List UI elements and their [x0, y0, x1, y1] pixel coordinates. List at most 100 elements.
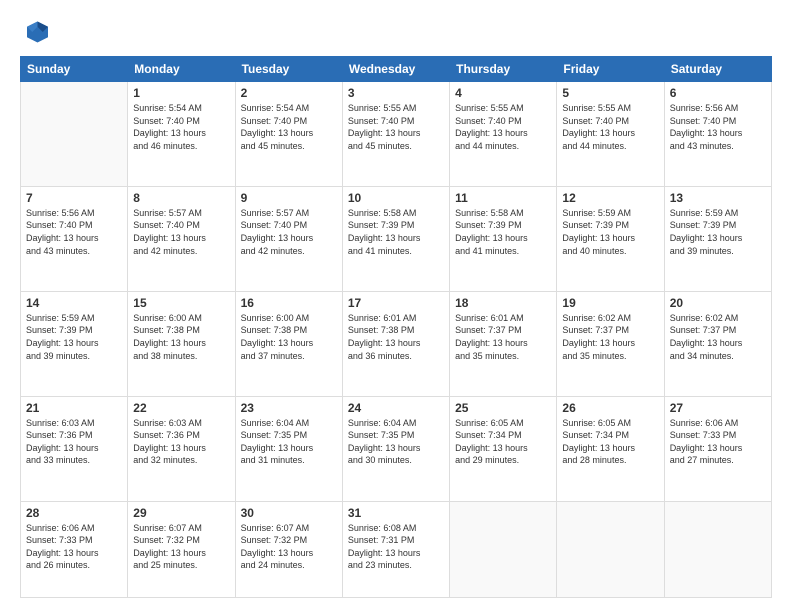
logo	[20, 18, 52, 46]
weekday-header-wednesday: Wednesday	[342, 57, 449, 82]
day-number: 1	[133, 86, 229, 100]
calendar-cell	[557, 501, 664, 597]
cell-info: Sunrise: 6:02 AMSunset: 7:37 PMDaylight:…	[562, 312, 658, 362]
cell-info: Sunrise: 5:55 AMSunset: 7:40 PMDaylight:…	[455, 102, 551, 152]
week-row-4: 21 Sunrise: 6:03 AMSunset: 7:36 PMDayligh…	[21, 396, 772, 501]
weekday-header-saturday: Saturday	[664, 57, 771, 82]
cell-info: Sunrise: 5:57 AMSunset: 7:40 PMDaylight:…	[241, 207, 337, 257]
weekday-header-row: SundayMondayTuesdayWednesdayThursdayFrid…	[21, 57, 772, 82]
cell-info: Sunrise: 6:05 AMSunset: 7:34 PMDaylight:…	[455, 417, 551, 467]
header	[20, 18, 772, 46]
calendar-cell: 19 Sunrise: 6:02 AMSunset: 7:37 PMDayligh…	[557, 291, 664, 396]
calendar-cell	[664, 501, 771, 597]
calendar-cell: 23Sunrise: 6:04 AMSunset: 7:35 PMDayligh…	[235, 396, 342, 501]
week-row-3: 14 Sunrise: 5:59 AMSunset: 7:39 PMDayligh…	[21, 291, 772, 396]
day-number: 25	[455, 401, 551, 415]
day-number: 18	[455, 296, 551, 310]
cell-info: Sunrise: 6:05 AMSunset: 7:34 PMDaylight:…	[562, 417, 658, 467]
calendar-cell: 9 Sunrise: 5:57 AMSunset: 7:40 PMDaylight…	[235, 186, 342, 291]
calendar-table: SundayMondayTuesdayWednesdayThursdayFrid…	[20, 56, 772, 598]
day-number: 21	[26, 401, 122, 415]
cell-info: Sunrise: 6:03 AMSunset: 7:36 PMDaylight:…	[26, 417, 122, 467]
day-number: 15	[133, 296, 229, 310]
calendar-cell: 11Sunrise: 5:58 AMSunset: 7:39 PMDayligh…	[450, 186, 557, 291]
day-number: 14	[26, 296, 122, 310]
calendar-cell: 5 Sunrise: 5:55 AMSunset: 7:40 PMDaylight…	[557, 82, 664, 187]
cell-info: Sunrise: 6:00 AMSunset: 7:38 PMDaylight:…	[241, 312, 337, 362]
calendar-cell: 29Sunrise: 6:07 AMSunset: 7:32 PMDayligh…	[128, 501, 235, 597]
calendar-cell: 12 Sunrise: 5:59 AMSunset: 7:39 PMDayligh…	[557, 186, 664, 291]
day-number: 19	[562, 296, 658, 310]
calendar-cell: 26Sunrise: 6:05 AMSunset: 7:34 PMDayligh…	[557, 396, 664, 501]
calendar-cell: 7 Sunrise: 5:56 AMSunset: 7:40 PMDaylight…	[21, 186, 128, 291]
calendar-cell: 4 Sunrise: 5:55 AMSunset: 7:40 PMDaylight…	[450, 82, 557, 187]
day-number: 5	[562, 86, 658, 100]
cell-info: Sunrise: 5:54 AMSunset: 7:40 PMDaylight:…	[241, 102, 337, 152]
cell-info: Sunrise: 6:01 AMSunset: 7:38 PMDaylight:…	[348, 312, 444, 362]
day-number: 7	[26, 191, 122, 205]
day-number: 31	[348, 506, 444, 520]
day-number: 23	[241, 401, 337, 415]
calendar-cell: 28 Sunrise: 6:06 AMSunset: 7:33 PMDayligh…	[21, 501, 128, 597]
day-number: 10	[348, 191, 444, 205]
calendar-cell	[21, 82, 128, 187]
calendar-cell: 2 Sunrise: 5:54 AMSunset: 7:40 PMDaylight…	[235, 82, 342, 187]
week-row-2: 7 Sunrise: 5:56 AMSunset: 7:40 PMDaylight…	[21, 186, 772, 291]
cell-info: Sunrise: 5:59 AMSunset: 7:39 PMDaylight:…	[26, 312, 122, 362]
day-number: 22	[133, 401, 229, 415]
cell-info: Sunrise: 5:54 AMSunset: 7:40 PMDaylight:…	[133, 102, 229, 152]
calendar-cell: 18 Sunrise: 6:01 AMSunset: 7:37 PMDayligh…	[450, 291, 557, 396]
calendar-cell: 14 Sunrise: 5:59 AMSunset: 7:39 PMDayligh…	[21, 291, 128, 396]
calendar-cell: 17 Sunrise: 6:01 AMSunset: 7:38 PMDayligh…	[342, 291, 449, 396]
calendar-cell: 6 Sunrise: 5:56 AMSunset: 7:40 PMDaylight…	[664, 82, 771, 187]
calendar-cell: 25 Sunrise: 6:05 AMSunset: 7:34 PMDayligh…	[450, 396, 557, 501]
calendar-cell: 27Sunrise: 6:06 AMSunset: 7:33 PMDayligh…	[664, 396, 771, 501]
calendar-cell: 22Sunrise: 6:03 AMSunset: 7:36 PMDayligh…	[128, 396, 235, 501]
calendar-cell: 24Sunrise: 6:04 AMSunset: 7:35 PMDayligh…	[342, 396, 449, 501]
cell-info: Sunrise: 5:57 AMSunset: 7:40 PMDaylight:…	[133, 207, 229, 257]
logo-icon	[20, 18, 48, 46]
day-number: 6	[670, 86, 766, 100]
day-number: 9	[241, 191, 337, 205]
day-number: 2	[241, 86, 337, 100]
cell-info: Sunrise: 6:07 AMSunset: 7:32 PMDaylight:…	[241, 522, 337, 572]
calendar-cell: 31Sunrise: 6:08 AMSunset: 7:31 PMDayligh…	[342, 501, 449, 597]
cell-info: Sunrise: 5:59 AMSunset: 7:39 PMDaylight:…	[562, 207, 658, 257]
calendar-cell: 8 Sunrise: 5:57 AMSunset: 7:40 PMDaylight…	[128, 186, 235, 291]
day-number: 4	[455, 86, 551, 100]
cell-info: Sunrise: 5:56 AMSunset: 7:40 PMDaylight:…	[670, 102, 766, 152]
weekday-header-thursday: Thursday	[450, 57, 557, 82]
calendar-cell: 15 Sunrise: 6:00 AMSunset: 7:38 PMDayligh…	[128, 291, 235, 396]
calendar-cell: 1 Sunrise: 5:54 AMSunset: 7:40 PMDaylight…	[128, 82, 235, 187]
cell-info: Sunrise: 5:59 AMSunset: 7:39 PMDaylight:…	[670, 207, 766, 257]
cell-info: Sunrise: 6:01 AMSunset: 7:37 PMDaylight:…	[455, 312, 551, 362]
day-number: 17	[348, 296, 444, 310]
page: SundayMondayTuesdayWednesdayThursdayFrid…	[0, 0, 792, 612]
day-number: 28	[26, 506, 122, 520]
cell-info: Sunrise: 5:55 AMSunset: 7:40 PMDaylight:…	[562, 102, 658, 152]
weekday-header-friday: Friday	[557, 57, 664, 82]
day-number: 16	[241, 296, 337, 310]
cell-info: Sunrise: 5:56 AMSunset: 7:40 PMDaylight:…	[26, 207, 122, 257]
day-number: 12	[562, 191, 658, 205]
weekday-header-sunday: Sunday	[21, 57, 128, 82]
weekday-header-monday: Monday	[128, 57, 235, 82]
weekday-header-tuesday: Tuesday	[235, 57, 342, 82]
day-number: 8	[133, 191, 229, 205]
calendar-cell: 16 Sunrise: 6:00 AMSunset: 7:38 PMDayligh…	[235, 291, 342, 396]
day-number: 11	[455, 191, 551, 205]
calendar-cell: 13Sunrise: 5:59 AMSunset: 7:39 PMDayligh…	[664, 186, 771, 291]
cell-info: Sunrise: 6:04 AMSunset: 7:35 PMDaylight:…	[348, 417, 444, 467]
day-number: 20	[670, 296, 766, 310]
day-number: 3	[348, 86, 444, 100]
day-number: 30	[241, 506, 337, 520]
cell-info: Sunrise: 6:06 AMSunset: 7:33 PMDaylight:…	[26, 522, 122, 572]
calendar-cell: 3 Sunrise: 5:55 AMSunset: 7:40 PMDaylight…	[342, 82, 449, 187]
cell-info: Sunrise: 5:58 AMSunset: 7:39 PMDaylight:…	[348, 207, 444, 257]
calendar-cell	[450, 501, 557, 597]
calendar-cell: 21 Sunrise: 6:03 AMSunset: 7:36 PMDayligh…	[21, 396, 128, 501]
cell-info: Sunrise: 5:55 AMSunset: 7:40 PMDaylight:…	[348, 102, 444, 152]
cell-info: Sunrise: 6:02 AMSunset: 7:37 PMDaylight:…	[670, 312, 766, 362]
cell-info: Sunrise: 6:00 AMSunset: 7:38 PMDaylight:…	[133, 312, 229, 362]
day-number: 29	[133, 506, 229, 520]
